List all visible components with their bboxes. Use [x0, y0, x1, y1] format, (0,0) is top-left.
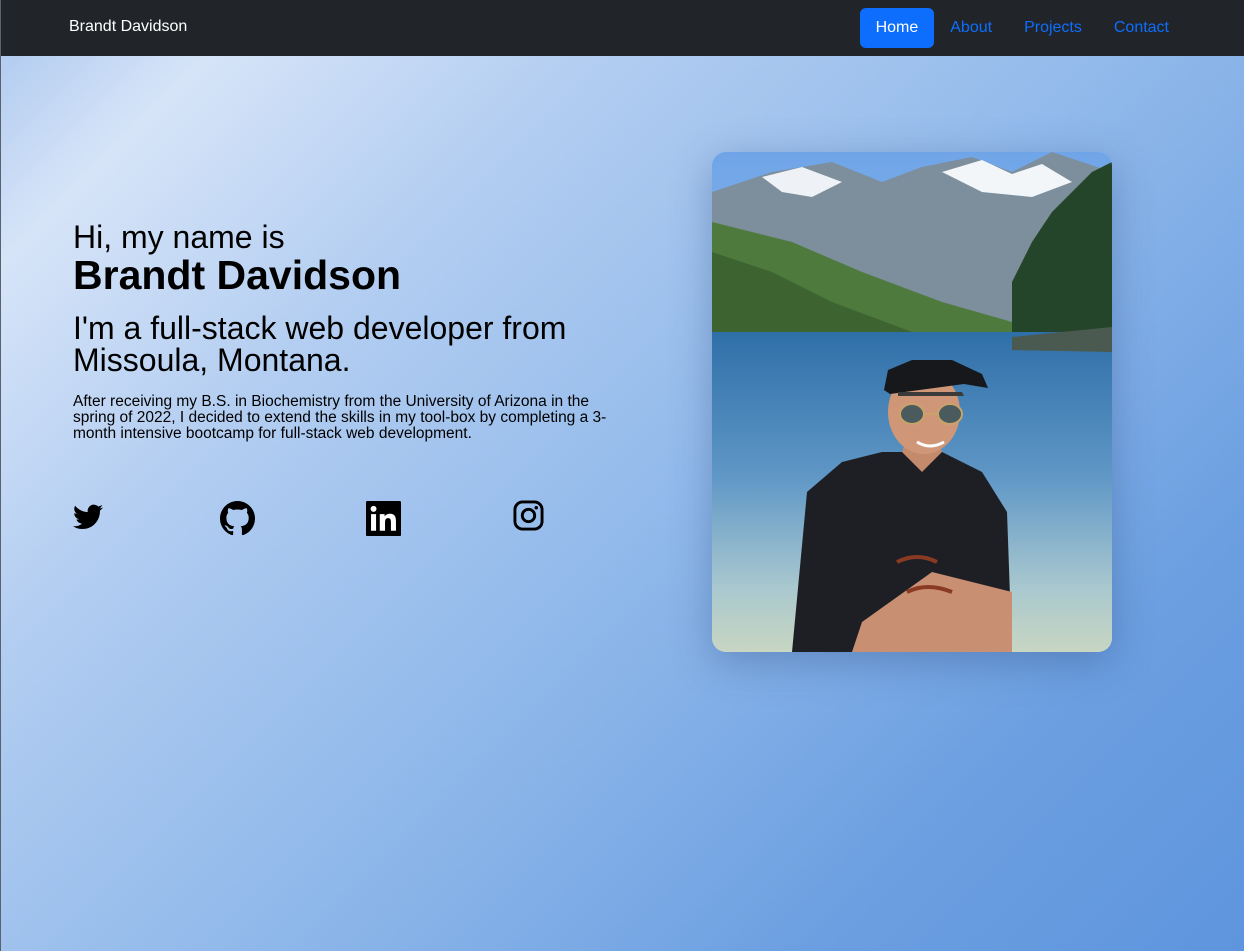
nav-link-about[interactable]: About [934, 8, 1008, 48]
twitter-icon [73, 504, 103, 529]
github-icon [220, 501, 255, 536]
greeting-text: Hi, my name is [73, 219, 285, 255]
intro-section: Hi, my name is Brandt Davidson I'm a ful… [73, 219, 633, 442]
twitter-link[interactable] [73, 504, 103, 530]
linkedin-icon [366, 501, 401, 536]
tagline-text: I'm a full-stack web developer from Miss… [73, 310, 567, 378]
linkedin-link[interactable] [366, 501, 401, 536]
name-heading: Brandt Davidson [73, 252, 402, 298]
bio-paragraph: After receiving my B.S. in Biochemistry … [73, 393, 607, 442]
github-link[interactable] [220, 501, 255, 536]
instagram-icon [513, 500, 544, 531]
nav-link-home[interactable]: Home [859, 8, 935, 48]
nav-link-contact[interactable]: Contact [1098, 8, 1185, 48]
nav-links: Home About Projects Contact [859, 8, 1185, 48]
brand-link[interactable]: Brandt Davidson [69, 18, 187, 36]
profile-photo [712, 152, 1112, 652]
profile-photo-illustration [712, 152, 1112, 652]
instagram-link[interactable] [513, 500, 544, 531]
navbar: Brandt Davidson Home About Projects Cont… [1, 0, 1244, 56]
nav-link-projects[interactable]: Projects [1008, 8, 1098, 48]
social-links [73, 500, 553, 540]
